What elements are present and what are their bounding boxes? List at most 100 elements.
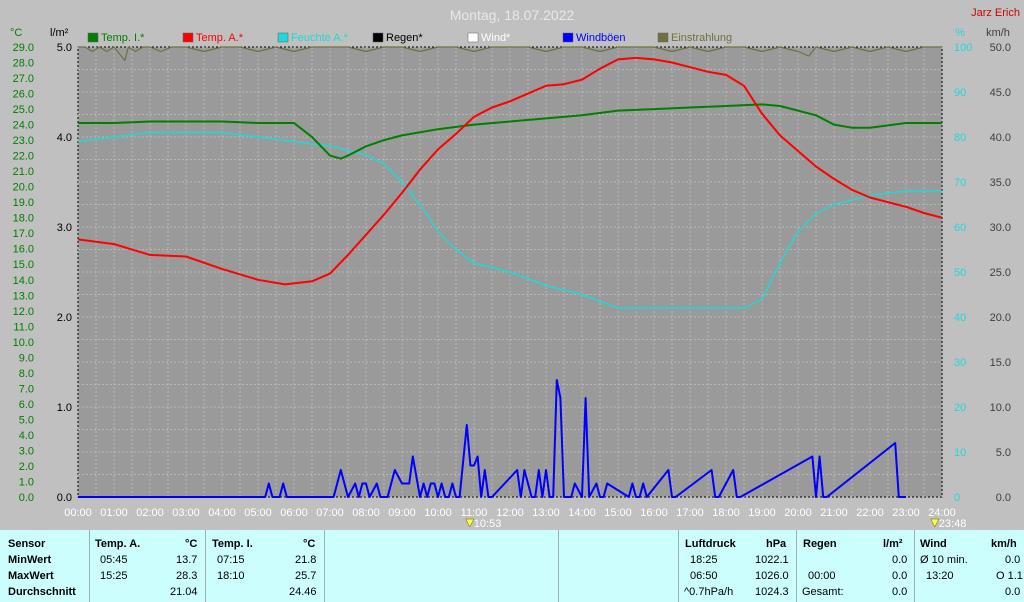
temp-i-min: 21.8: [295, 554, 317, 566]
wind-tick-label: 30.0: [990, 222, 1011, 234]
rain-tick-label: 3.0: [57, 222, 72, 234]
temp-tick-label: 7.0: [19, 383, 34, 395]
humidity-tick-label: 50: [954, 267, 966, 279]
temp-tick-label: 24.0: [13, 120, 34, 132]
humidity-tick-label: 30: [954, 357, 966, 369]
humidity-axis-unit: %: [955, 27, 965, 39]
temp-tick-label: 3.0: [19, 445, 34, 457]
legend-entry: Einstrahlung: [671, 32, 732, 44]
rain-unit: l/m²: [883, 538, 903, 550]
temp-a-max: 28.3: [176, 570, 198, 582]
wind-unit: km/h: [991, 538, 1017, 550]
temp-tick-label: 17.0: [13, 228, 34, 240]
pressure-r1-label: 18:25: [690, 554, 718, 566]
temp-tick-label: 25.0: [13, 104, 34, 116]
humidity-tick-label: 0: [954, 492, 960, 504]
x-tick-label: 06:00: [280, 507, 308, 519]
temp-tick-label: 16.0: [13, 244, 34, 256]
chart-title: Montag, 18.07.2022: [450, 7, 575, 23]
temp-tick-label: 29.0: [13, 42, 34, 54]
legend-entry: Windböen: [576, 32, 626, 44]
rain-r2-label: 00:00: [808, 570, 836, 582]
temp-a-max-time: 15:25: [100, 570, 128, 582]
temp-tick-label: 26.0: [13, 89, 34, 101]
x-tick-label: 13:00: [532, 507, 560, 519]
pressure-r2-value: 1026.0: [755, 570, 789, 582]
humidity-tick-label: 60: [954, 222, 966, 234]
wind-tick-label: 50.0: [990, 42, 1011, 54]
legend-swatch: [182, 32, 194, 43]
rain-tick-label: 1.0: [57, 402, 72, 414]
pressure-r3-value: 1024.3: [755, 586, 789, 598]
rain-tick-label: 0.0: [57, 492, 72, 504]
temp-a-min: 13.7: [176, 554, 198, 566]
temp-tick-label: 28.0: [13, 58, 34, 70]
time-marker-icon: [465, 518, 475, 528]
wind-r1-value: 0.0: [1005, 554, 1021, 566]
legend-swatch: [467, 32, 479, 43]
x-tick-label: 23:00: [892, 507, 920, 519]
wind-tick-label: 20.0: [990, 312, 1011, 324]
temp-a-avg: 21.04: [170, 586, 198, 598]
avg-label: Durchschnitt: [8, 586, 76, 598]
x-tick-label: 08:00: [352, 507, 380, 519]
legend-entry: Feuchte A.*: [291, 32, 349, 44]
x-tick-label: 10:00: [424, 507, 452, 519]
rain-header: Regen: [803, 538, 837, 550]
temp-tick-label: 5.0: [19, 414, 34, 426]
temp-i-unit: °C: [303, 538, 316, 550]
temp-a-unit: °C: [185, 538, 198, 550]
humidity-tick-label: 20: [954, 402, 966, 414]
temp-a-header: Temp. A.: [95, 538, 141, 550]
pressure-r3-label: ^0.7hPa/h: [684, 586, 734, 598]
legend-swatch: [562, 32, 574, 43]
x-tick-label: 22:00: [856, 507, 884, 519]
temp-tick-label: 14.0: [13, 275, 34, 287]
legend-swatch: [277, 32, 289, 43]
x-tick-label: 04:00: [208, 507, 236, 519]
legend-swatch: [372, 32, 384, 43]
temp-tick-label: 4.0: [19, 430, 34, 442]
x-tick-label: 16:00: [640, 507, 668, 519]
temp-tick-label: 22.0: [13, 151, 34, 163]
wind-axis-unit: km/h: [986, 27, 1010, 39]
pressure-header: Luftdruck: [685, 538, 736, 550]
x-tick-label: 00:00: [64, 507, 92, 519]
temp-tick-label: 21.0: [13, 166, 34, 178]
x-tick-label: 03:00: [172, 507, 200, 519]
temp-tick-label: 9.0: [19, 352, 34, 364]
x-tick-label: 14:00: [568, 507, 596, 519]
stats-panel: Sensor MinWert MaxWert Durchschnitt Temp…: [0, 530, 1024, 602]
x-tick-label: 19:00: [748, 507, 776, 519]
temp-i-avg: 24.46: [289, 586, 317, 598]
min-label: MinWert: [8, 554, 52, 566]
x-tick-label: 17:00: [676, 507, 704, 519]
legend-entry: Temp. A.*: [196, 32, 244, 44]
humidity-tick-label: 100: [954, 42, 972, 54]
rain-axis-unit: l/m²: [50, 27, 69, 39]
rain-r1-value: 0.0: [892, 554, 908, 566]
temp-tick-label: 19.0: [13, 197, 34, 209]
rain-r3-value: 0.0: [892, 586, 908, 598]
temp-i-max: 25.7: [295, 570, 317, 582]
wind-tick-label: 35.0: [990, 177, 1011, 189]
x-tick-label: 20:00: [784, 507, 812, 519]
wind-header: Wind: [920, 538, 947, 550]
temp-a-min-time: 05:45: [100, 554, 128, 566]
wind-tick-label: 25.0: [990, 267, 1011, 279]
temp-i-max-time: 18:10: [217, 570, 245, 582]
max-label: MaxWert: [8, 570, 54, 582]
x-tick-label: 21:00: [820, 507, 848, 519]
temp-tick-label: 12.0: [13, 306, 34, 318]
weather-chart: Montag, 18.07.2022 Jarz Erich 0.0 1.0 2.0 3.0…: [10, 7, 1020, 530]
legend-entry: Wind*: [481, 32, 511, 44]
author-label: Jarz Erich: [971, 7, 1020, 19]
temp-i-header: Temp. I.: [212, 538, 253, 550]
x-tick-label: 15:00: [604, 507, 632, 519]
sensor-header: Sensor: [8, 538, 46, 550]
pressure-unit: hPa: [766, 538, 787, 550]
temp-i-min-time: 07:15: [217, 554, 245, 566]
x-tick-label: 05:00: [244, 507, 272, 519]
temp-tick-label: 27.0: [13, 73, 34, 85]
temp-tick-label: 1.0: [19, 476, 34, 488]
